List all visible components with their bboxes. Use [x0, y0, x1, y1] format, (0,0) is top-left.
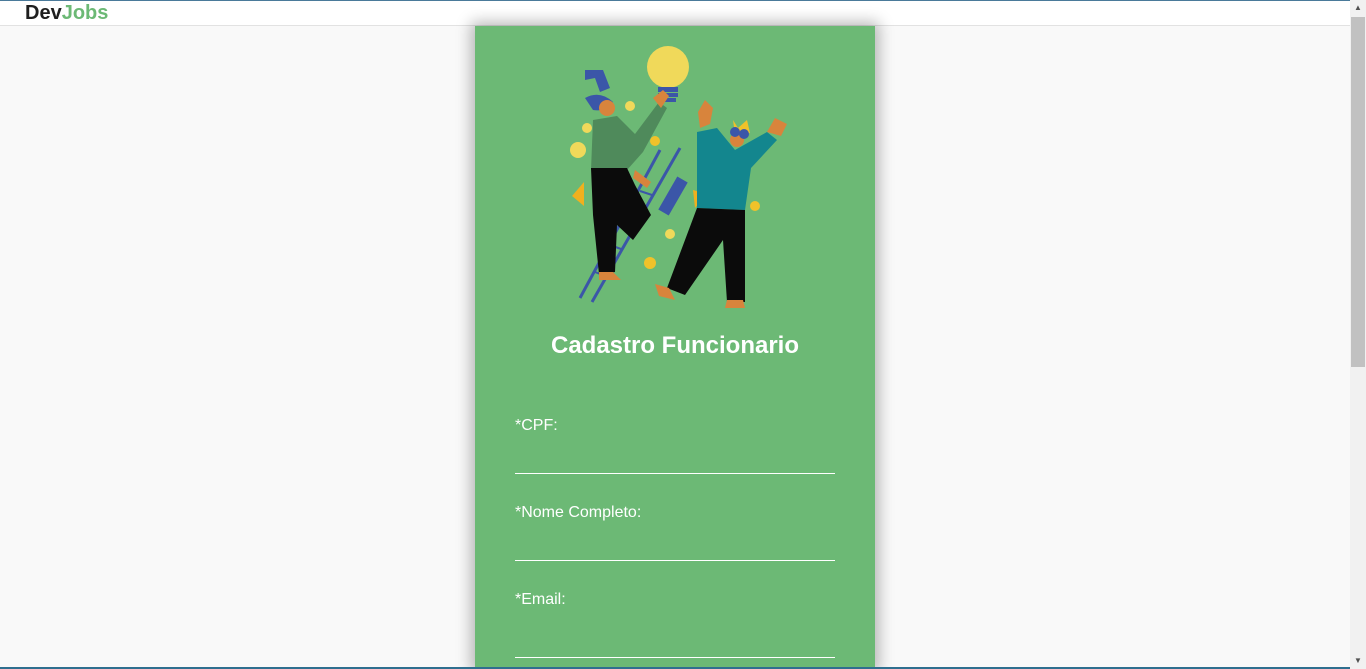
- email-input[interactable]: [515, 620, 835, 658]
- logo-dev-text: Dev: [25, 2, 62, 24]
- arrow-down-icon[interactable]: ▼: [1350, 653, 1366, 669]
- top-navbar: DevJobs: [0, 1, 1350, 26]
- full-name-input[interactable]: [515, 533, 835, 561]
- full-name-field-group: *Nome Completo:: [515, 503, 835, 561]
- cpf-field-group: *CPF:: [515, 416, 835, 474]
- logo-jobs-text: Jobs: [61, 2, 109, 24]
- cpf-label: *CPF:: [515, 417, 558, 434]
- email-label: *Email:: [515, 591, 566, 608]
- arrow-up-icon[interactable]: ▲: [1350, 0, 1366, 16]
- scrollbar-thumb[interactable]: [1351, 17, 1365, 367]
- registration-card: Cadastro Funcionario *CPF: *Nome Complet…: [475, 26, 875, 669]
- full-name-label: *Nome Completo:: [515, 504, 642, 521]
- team-idea-illustration: [570, 46, 787, 308]
- page-title: Cadastro Funcionario: [550, 332, 800, 359]
- email-field-group: *Email:: [515, 590, 835, 658]
- vertical-scrollbar[interactable]: ▲ ▼: [1350, 0, 1366, 669]
- devjobs-logo[interactable]: DevJobs: [25, 1, 108, 25]
- cpf-input[interactable]: [515, 446, 835, 474]
